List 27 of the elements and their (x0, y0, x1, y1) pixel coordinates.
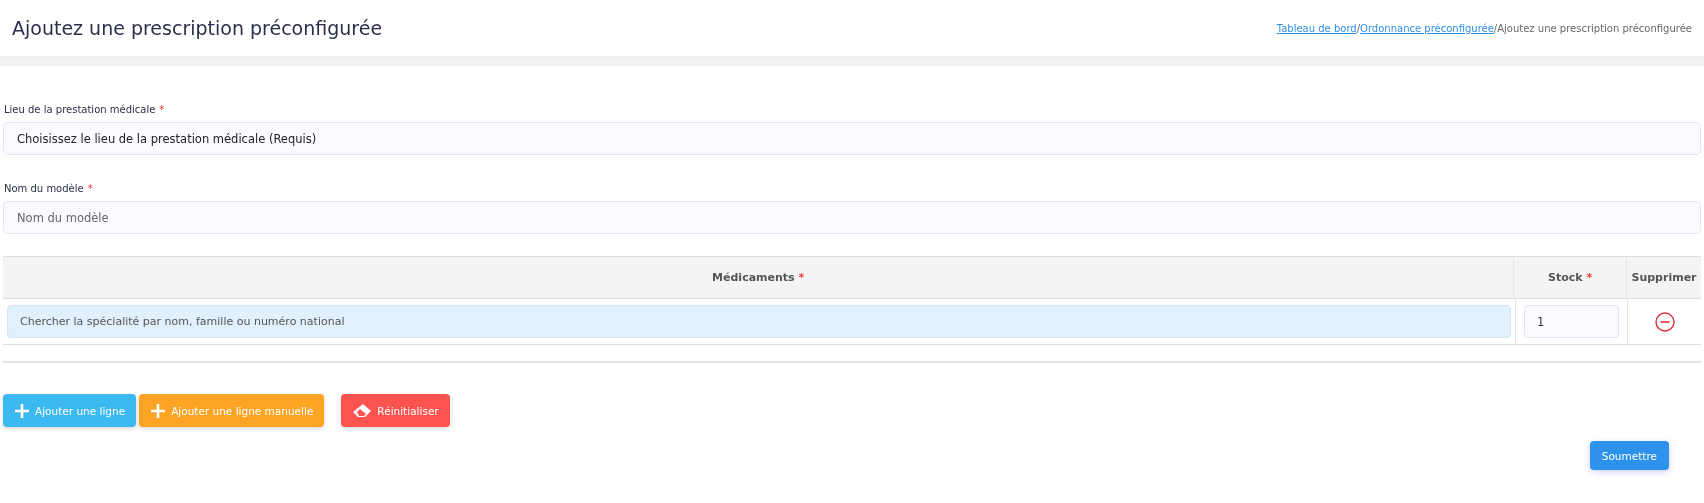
remove-icon[interactable] (1654, 311, 1675, 332)
page-title: Ajoutez une prescription préconfigurée (12, 17, 383, 39)
column-header: Stock (1548, 271, 1583, 284)
input-field[interactable]: Nom du modèle (3, 201, 1701, 234)
breadcrumb-link[interactable]: Ordonnance préconfigurée (1360, 22, 1494, 34)
stock-field[interactable]: 1 (1524, 305, 1619, 338)
field-label: Nom du modèle (4, 183, 84, 194)
eraser-icon (352, 402, 373, 419)
field-label: Lieu de la prestation médicale (4, 104, 156, 115)
breadcrumb-link[interactable]: Tableau de bord (1276, 22, 1357, 34)
required-mark: * (1586, 272, 1592, 283)
submit-button[interactable]: Soumettre (1589, 441, 1669, 470)
plus-icon (14, 402, 30, 419)
action-button[interactable]: Ajouter une ligne (3, 394, 137, 427)
breadcrumb-separator: / (1493, 22, 1498, 34)
column-header: Supprimer (1631, 271, 1697, 284)
breadcrumb-current: Ajoutez une prescription préconfigurée (1497, 22, 1692, 34)
action-button[interactable]: Réinitialiser (341, 394, 450, 427)
required-mark: * (159, 104, 165, 115)
required-mark: * (87, 183, 93, 194)
required-mark: * (798, 272, 804, 283)
search-field[interactable]: Chercher la spécialité par nom, famille ou numéro national (7, 305, 1511, 338)
action-button[interactable]: Ajouter une ligne manuelle (139, 394, 325, 427)
input-field[interactable]: Choisissez le lieu de la prestation médicale (Requis) (3, 122, 1701, 155)
plus-icon (150, 402, 167, 419)
breadcrumb-separator: / (1356, 22, 1361, 34)
column-header: Médicaments (712, 271, 795, 284)
